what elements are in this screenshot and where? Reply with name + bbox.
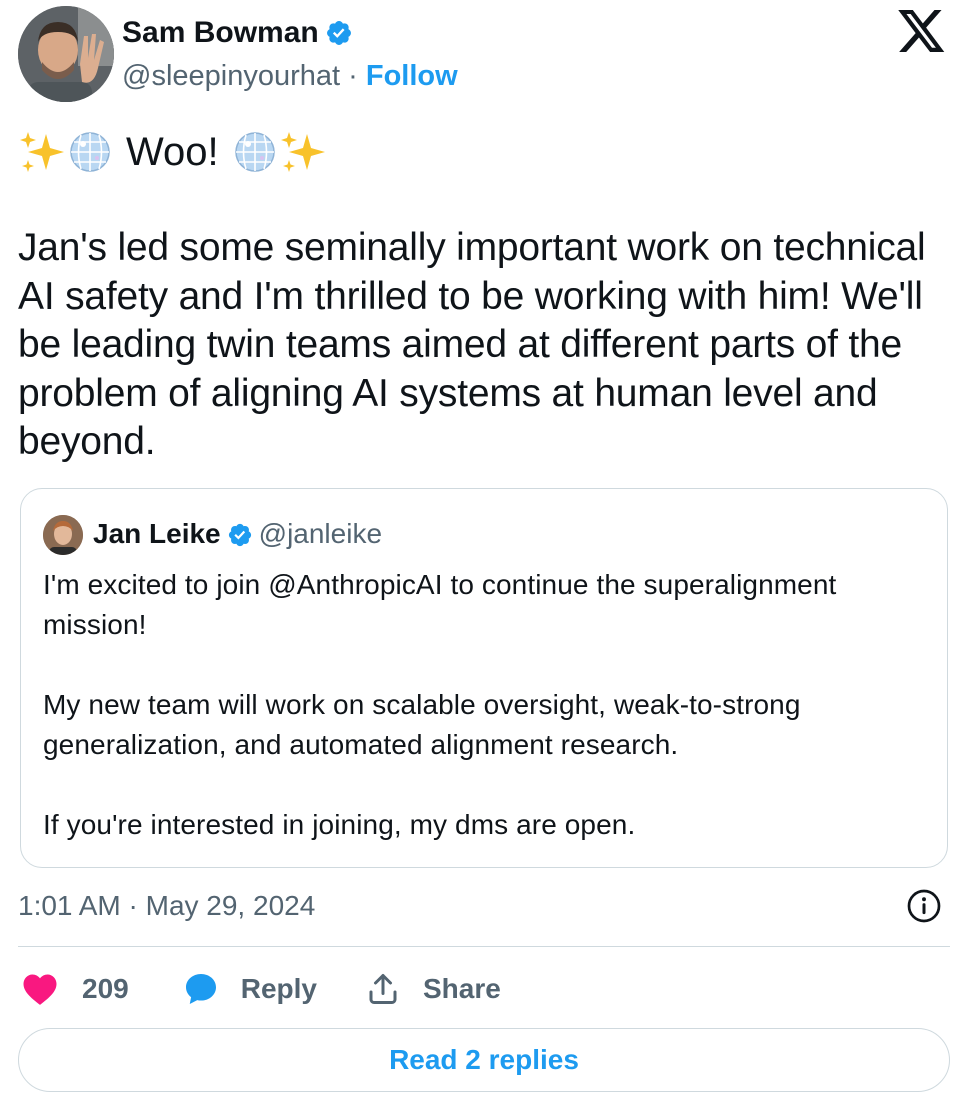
verified-badge-icon [325, 19, 353, 57]
author-name-row[interactable]: Sam Bowman [122, 14, 353, 57]
x-logo-icon[interactable] [898, 10, 946, 54]
sparkles-emoji-icon [280, 132, 325, 172]
read-replies-button[interactable]: Read 2 replies [18, 1028, 950, 1092]
action-bar: 209 Reply Share [22, 964, 501, 1014]
follow-button[interactable]: Follow [366, 60, 458, 92]
quoted-author-avatar[interactable] [43, 515, 83, 555]
quoted-author-handle: @janleike [258, 518, 383, 549]
author-handle[interactable]: @sleepinyourhat [122, 60, 340, 92]
like-button[interactable]: 209 [22, 972, 129, 1006]
share-label: Share [422, 973, 501, 1004]
quoted-author-name[interactable]: Jan Leike [93, 518, 221, 549]
sparkles-emoji-icon [20, 132, 64, 172]
intro-line: Woo! [18, 124, 327, 180]
avatar-photo-icon [18, 6, 114, 102]
quoted-tweet-card[interactable]: Jan Leike @janleike I'm excited to join @… [20, 488, 948, 868]
handle-separator: · [348, 60, 358, 92]
share-button[interactable]: Share [365, 971, 501, 1007]
divider [18, 946, 950, 947]
author-name[interactable]: Sam Bowman [122, 16, 319, 49]
reply-button[interactable]: Reply [183, 971, 317, 1007]
reply-label: Reply [240, 973, 317, 1004]
quoted-tweet-text: I'm excited to join @AnthropicAI to cont… [43, 569, 837, 840]
share-icon [369, 974, 397, 1004]
mirror-ball-emoji-icon [70, 132, 110, 172]
tweet-timestamp[interactable]: 1:01 AM · May 29, 2024 [18, 888, 315, 924]
intro-text: Woo! [126, 130, 219, 174]
like-count: 209 [82, 973, 129, 1004]
speech-bubble-icon [185, 974, 216, 1004]
author-avatar[interactable] [18, 6, 114, 102]
mirror-ball-emoji-icon [234, 132, 275, 172]
verified-badge-icon [227, 521, 253, 557]
quoted-author-row[interactable]: Jan Leike @janleike [93, 516, 382, 557]
info-icon[interactable] [906, 888, 942, 924]
tweet-text: Jan's led some seminally important work … [18, 226, 926, 463]
avatar-photo-icon [43, 515, 83, 555]
author-handle-row: @sleepinyourhat · Follow [122, 58, 458, 94]
heart-icon [23, 974, 57, 1005]
